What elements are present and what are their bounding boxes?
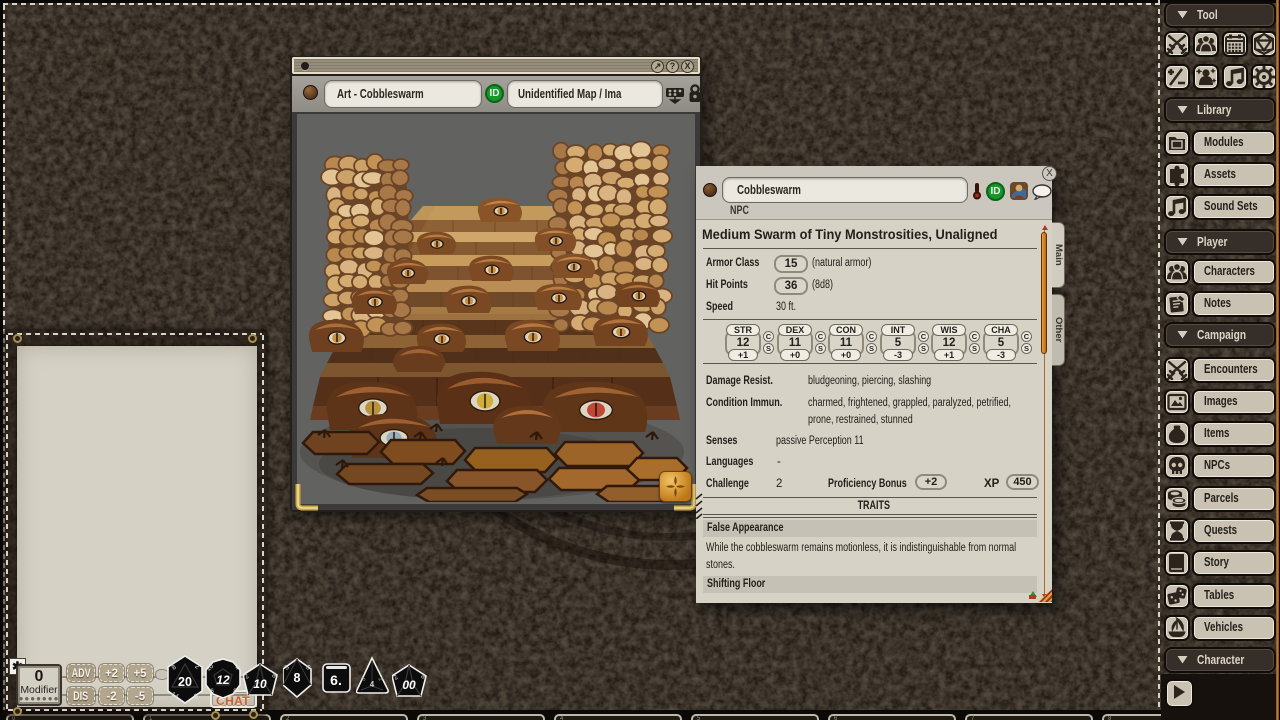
svg-text:8: 8 (233, 688, 237, 695)
svg-text:8: 8 (294, 671, 301, 685)
svg-text:00: 00 (402, 678, 416, 692)
svg-text:20: 20 (178, 675, 192, 689)
svg-text:4: 4 (370, 680, 375, 689)
svg-text:6.: 6. (330, 672, 342, 688)
svg-text:6: 6 (210, 688, 214, 695)
svg-text:10: 10 (253, 677, 267, 691)
svg-text:12: 12 (216, 673, 230, 687)
